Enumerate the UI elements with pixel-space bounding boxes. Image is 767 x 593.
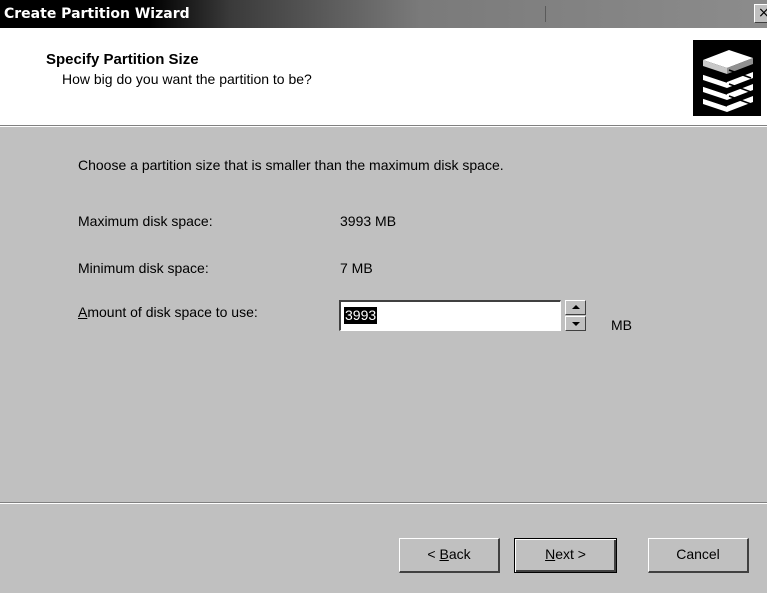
amount-spinner[interactable] [565, 300, 586, 331]
amount-label: Amount of disk space to use: [78, 304, 258, 320]
max-disk-space-value: 3993 MB [340, 213, 397, 229]
create-partition-wizard-window: Create Partition Wizard × Specify Partit… [0, 0, 767, 593]
title-bar[interactable]: Create Partition Wizard × [0, 0, 767, 28]
amount-unit-label: MB [611, 317, 632, 333]
back-button-label: ack [448, 546, 471, 562]
min-disk-space-label: Minimum disk space: [78, 260, 209, 276]
back-button-accelerator: B [439, 546, 449, 562]
arrow-up-icon [572, 305, 580, 309]
back-button-prefix: < [427, 546, 440, 562]
cancel-button[interactable]: Cancel [648, 538, 749, 573]
amount-input-value: 3993 [344, 307, 378, 324]
close-button[interactable]: × [754, 4, 767, 23]
amount-input[interactable]: 3993 [339, 300, 561, 331]
back-button[interactable]: < Back [399, 538, 500, 573]
spin-down-button[interactable] [565, 316, 586, 331]
wizard-body: Choose a partition size that is smaller … [0, 127, 767, 502]
instruction-text: Choose a partition size that is smaller … [78, 157, 504, 173]
arrow-down-icon [572, 322, 580, 326]
next-button-label: ext > [555, 546, 586, 562]
disk-stack-icon [693, 40, 761, 116]
close-icon: × [758, 5, 767, 21]
min-disk-space-value: 7 MB [340, 260, 373, 276]
amount-label-text: mount of disk space to use: [87, 304, 258, 320]
title-bar-divider [545, 6, 546, 22]
page-title: Specify Partition Size [46, 51, 199, 68]
amount-label-accelerator: A [78, 304, 88, 320]
window-title: Create Partition Wizard [4, 6, 190, 22]
max-disk-space-label: Maximum disk space: [78, 213, 213, 229]
wizard-header: Specify Partition Size How big do you wa… [0, 28, 767, 126]
footer-divider-highlight [0, 503, 767, 504]
spin-up-button[interactable] [565, 300, 586, 315]
cancel-button-label: Cancel [676, 546, 720, 562]
next-button-accelerator: N [545, 546, 556, 562]
next-button[interactable]: Next > [514, 538, 617, 573]
page-subtitle: How big do you want the partition to be? [62, 71, 312, 87]
